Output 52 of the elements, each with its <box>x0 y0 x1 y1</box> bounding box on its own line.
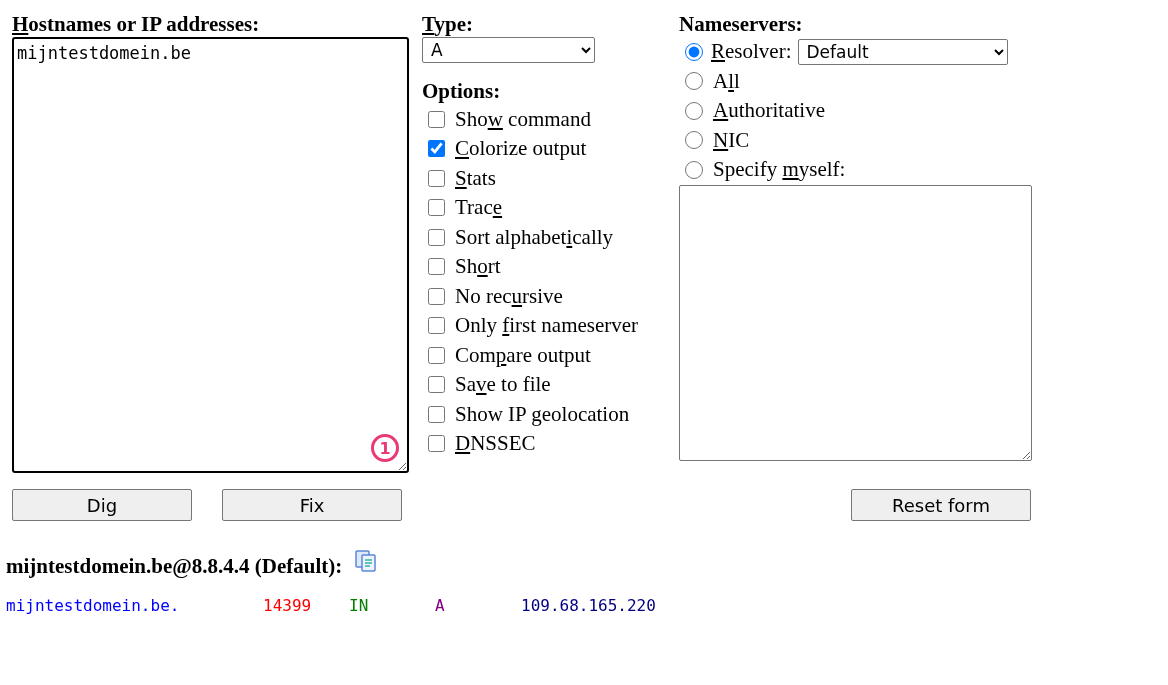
option-label: Only first nameserver <box>455 313 639 339</box>
record-field: A <box>435 595 521 615</box>
radio-label: Resolver: <box>711 39 792 65</box>
checkbox[interactable] <box>428 405 445 423</box>
checkbox[interactable] <box>428 140 445 158</box>
record-field: IN <box>349 595 435 615</box>
type-select[interactable]: A <box>422 37 595 64</box>
option-label: Save to file <box>455 372 551 398</box>
checkbox[interactable] <box>428 110 445 128</box>
form-button[interactable]: Dig <box>12 489 192 522</box>
checkbox[interactable] <box>428 435 445 453</box>
radio-button[interactable] <box>685 131 703 150</box>
field-label: Type: <box>422 12 474 38</box>
option-label: Sort alphabetically <box>455 224 614 250</box>
radio-label: NIC <box>713 127 750 154</box>
radio-button[interactable] <box>685 72 703 91</box>
checkbox[interactable] <box>428 287 445 305</box>
checkbox[interactable] <box>428 376 445 394</box>
option-label: DNSSEC <box>455 431 536 457</box>
count-badge: 1 <box>371 434 399 463</box>
form-button[interactable]: Fix <box>222 489 402 522</box>
checkbox[interactable] <box>428 169 445 187</box>
radio-label: All <box>713 68 740 95</box>
radio-button[interactable] <box>685 101 703 120</box>
resolver-select[interactable]: Default <box>797 38 1008 65</box>
radio-label: Specify myself: <box>713 157 846 183</box>
option-label: Compare output <box>455 342 591 368</box>
checkbox[interactable] <box>428 317 445 335</box>
option-label: Stats <box>455 165 496 191</box>
checkbox[interactable] <box>428 258 445 276</box>
radio-button[interactable] <box>685 42 703 61</box>
record-field: 109.68.165.220 <box>521 595 721 615</box>
copy-icon[interactable] <box>354 548 379 573</box>
options-heading: Options: <box>422 79 502 105</box>
result-heading: mijntestdomein.be@8.8.4.4 (Default): <box>6 554 343 580</box>
record-field: 14399 <box>263 595 349 615</box>
option-label: No recursive <box>455 283 563 309</box>
checkbox[interactable] <box>428 346 445 364</box>
reset-button[interactable]: Reset form <box>851 489 1031 522</box>
option-label: Trace <box>455 195 503 221</box>
checkbox[interactable] <box>428 228 445 246</box>
option-label: Short <box>455 254 501 280</box>
option-label: Show IP geolocation <box>455 401 630 427</box>
option-label: Colorize output <box>455 136 587 162</box>
radio-button[interactable] <box>685 160 703 179</box>
checkbox[interactable] <box>428 199 445 217</box>
radio-label: Authoritative <box>713 98 825 124</box>
nameservers-heading: Nameservers: <box>679 12 804 38</box>
field-label: Hostnames or IP addresses: <box>12 12 261 38</box>
nameserver-field[interactable] <box>679 184 1032 461</box>
record-field: mijntestdomein.be. <box>6 595 263 615</box>
option-label: Show command <box>455 106 591 132</box>
